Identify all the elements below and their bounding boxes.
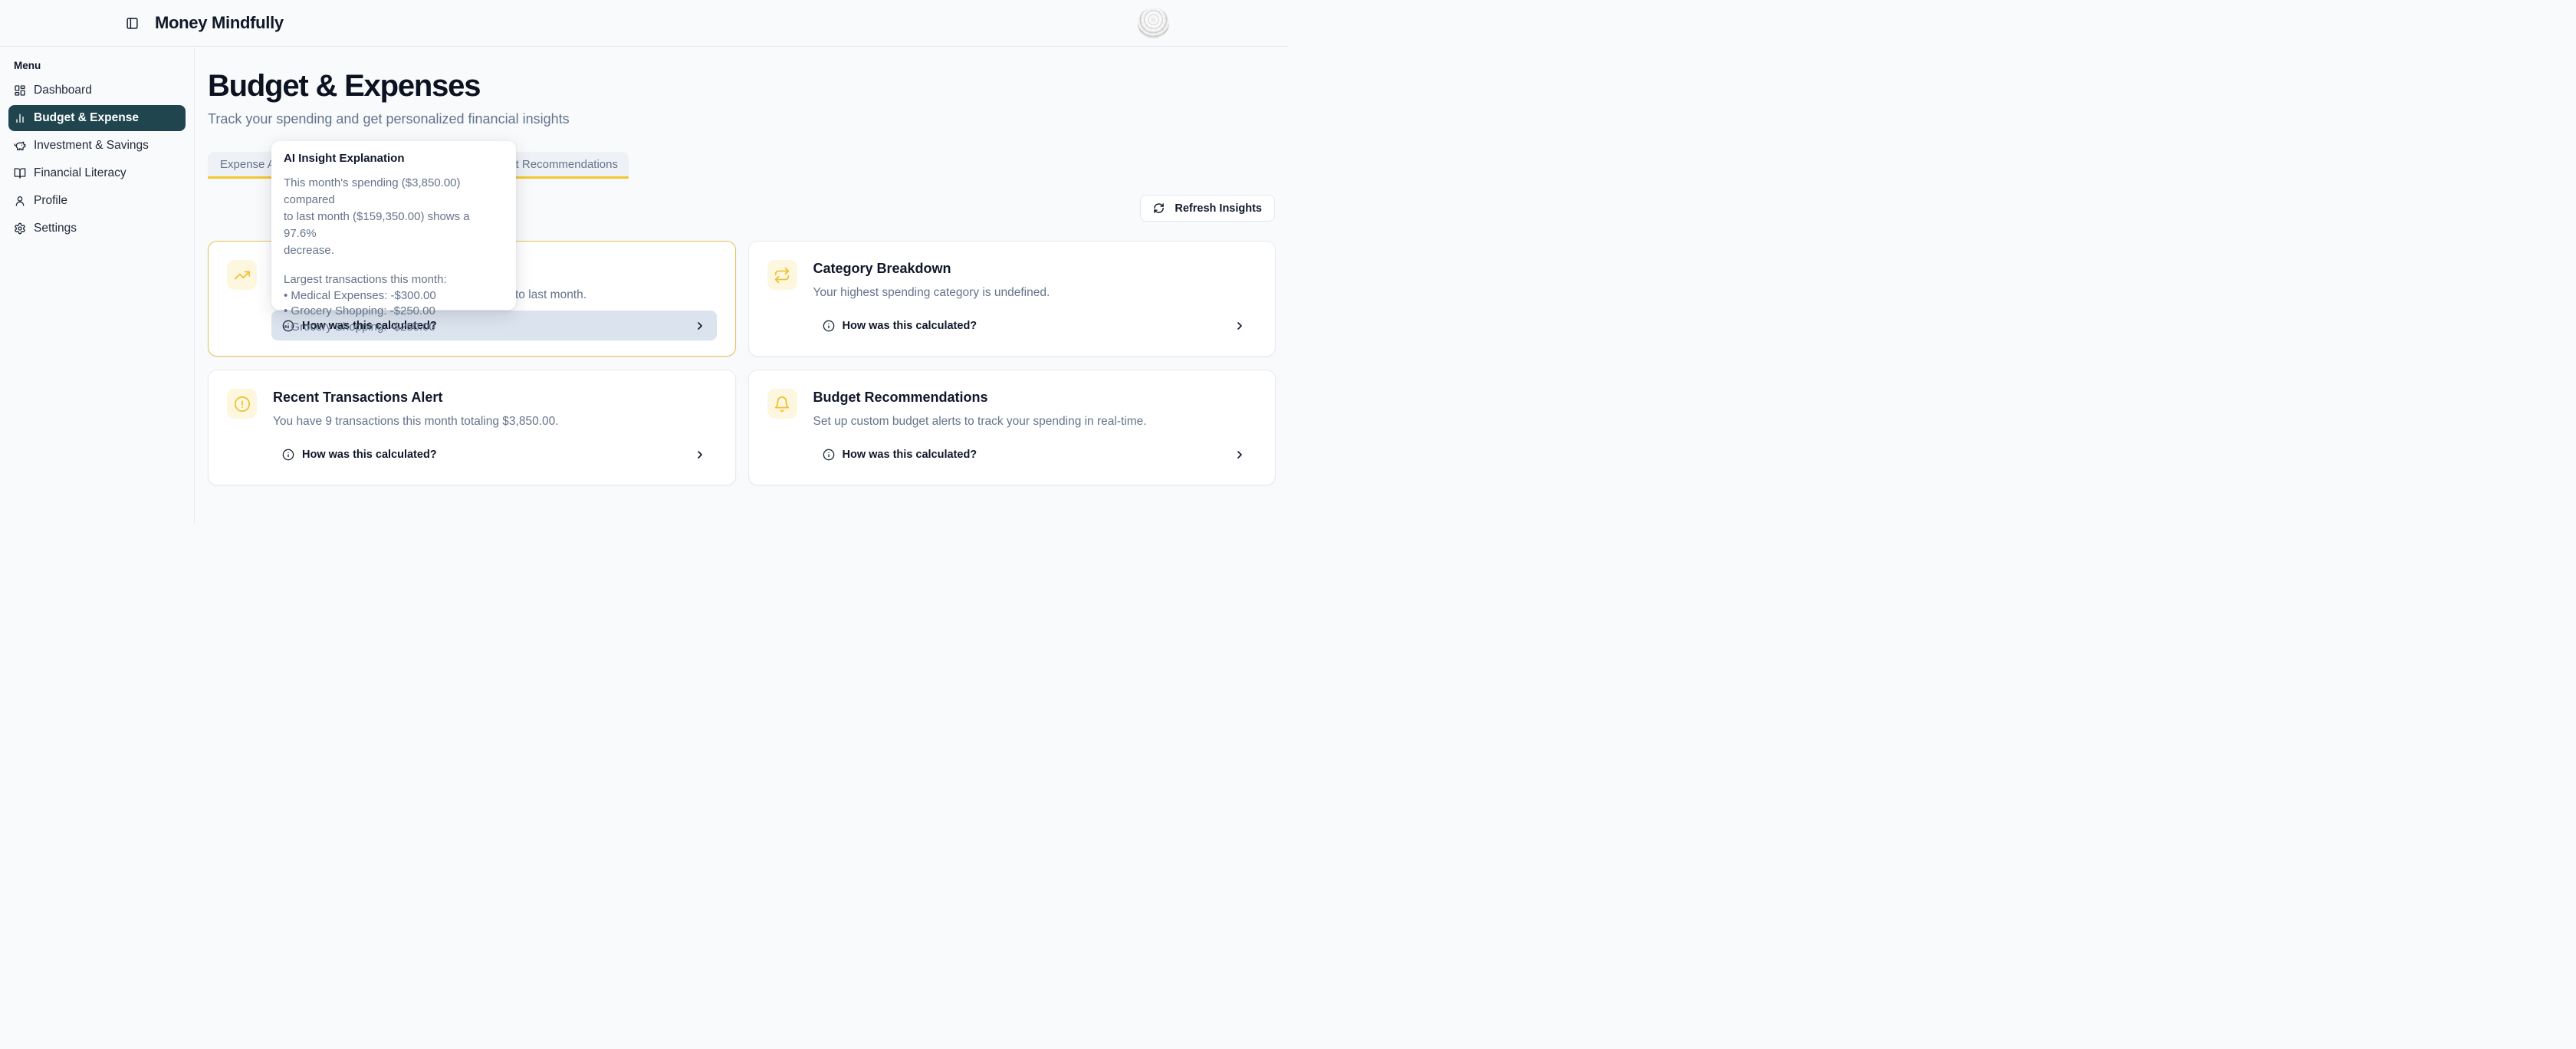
sidebar-section-label: Menu [14,60,186,71]
popover-list-item: • Grocery Shopping: -$250.00 [284,320,504,336]
how-calculated-row[interactable]: How was this calculated? [271,439,717,469]
sidebar-item-label: Dashboard [34,84,92,97]
popover-list-intro: Largest transactions this month: [284,272,504,288]
sidebar-item-financial-literacy[interactable]: Financial Literacy [8,160,186,186]
alert-circle-icon [227,389,257,419]
page-subtitle: Track your spending and get personalized… [208,110,1276,129]
how-calculated-row[interactable]: How was this calculated? [812,439,1257,469]
chevron-right-icon [1234,449,1246,461]
refresh-insights-button[interactable]: Refresh Insights [1140,195,1275,222]
app-header: Money Mindfully [0,0,1288,47]
popover-list-item: • Grocery Shopping: -$250.00 [284,304,504,320]
sidebar-item-profile[interactable]: Profile [8,188,186,214]
sidebar-item-budget-expense[interactable]: Budget & Expense [8,105,186,131]
sidebar-item-dashboard[interactable]: Dashboard [8,77,186,104]
card-description: Set up custom budget alerts to track you… [813,415,1147,429]
panel-left-icon [126,17,139,30]
sidebar-item-label: Financial Literacy [34,166,127,180]
chevron-right-icon [1234,320,1246,332]
info-icon [282,449,294,461]
sidebar-nav: Dashboard Budget & Expense Investment & … [8,77,186,242]
how-calculated-label: How was this calculated? [843,449,978,461]
dashboard-icon [14,84,26,97]
sidebar-item-label: Settings [34,222,77,235]
sidebar-item-label: Investment & Savings [34,139,149,153]
bar-chart-icon [14,112,26,124]
card-title: Budget Recommendations [813,390,988,406]
how-calculated-label: How was this calculated? [302,449,437,461]
chevron-right-icon [694,449,706,461]
card-recent-transactions-alert: Recent Transactions Alert You have 9 tra… [208,370,736,485]
piggy-bank-icon [14,140,26,152]
book-open-icon [14,167,26,179]
sidebar-item-settings[interactable]: Settings [8,215,186,242]
trending-up-icon [227,260,257,290]
sidebar-item-label: Budget & Expense [34,111,139,125]
popover-paragraph-line: to last month ($159,350.00) shows a 97.6… [284,209,504,242]
refresh-icon [1153,202,1165,214]
bell-icon [767,389,797,419]
card-description: Your highest spending category is undefi… [813,286,1050,300]
sidebar-item-investment-savings[interactable]: Investment & Savings [8,133,186,159]
ai-insight-popover: AI Insight Explanation This month's spen… [271,141,516,310]
chevron-right-icon [694,320,706,332]
page-title: Budget & Expenses [208,69,1276,103]
sidebar-item-label: Profile [34,194,67,208]
gear-icon [14,222,26,235]
sidebar: Menu Dashboard Budget & Expense Investme… [0,48,195,524]
popover-title: AI Insight Explanation [284,152,504,165]
card-budget-recommendations: Budget Recommendations Set up custom bud… [748,370,1276,485]
repeat-icon [767,260,797,290]
how-calculated-label: How was this calculated? [843,320,978,332]
app-title: Money Mindfully [155,13,284,33]
card-description-fragment: to last month. [515,288,586,302]
popover-paragraph-line: decrease. [284,242,504,259]
user-icon [14,195,26,207]
sidebar-toggle-button[interactable] [126,17,139,30]
card-category-breakdown: Category Breakdown Your highest spending… [748,241,1276,357]
popover-spacer [284,259,504,272]
card-description: You have 9 transactions this month total… [273,415,559,429]
card-title: Recent Transactions Alert [273,390,442,406]
info-icon [823,449,835,461]
popover-paragraph-line: This month's spending ($3,850.00) compar… [284,175,504,209]
card-title: Category Breakdown [813,261,951,277]
how-calculated-row[interactable]: How was this calculated? [812,311,1257,340]
refresh-insights-label: Refresh Insights [1175,202,1262,215]
popover-list-item: • Medical Expenses: -$300.00 [284,288,504,304]
info-icon [823,320,835,332]
avatar[interactable] [1138,8,1169,39]
